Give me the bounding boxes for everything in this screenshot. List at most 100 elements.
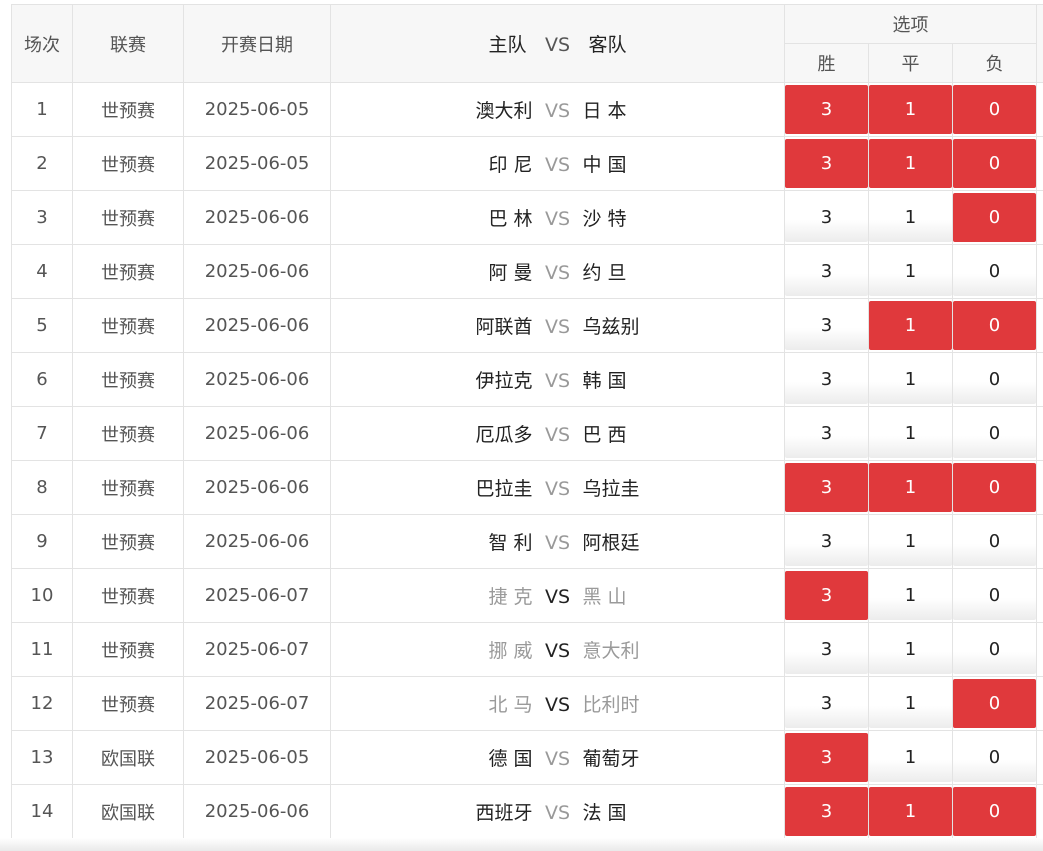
vs-label: VS: [544, 262, 571, 284]
extra-cell: [1036, 352, 1043, 407]
option-cell-win: 3: [784, 460, 869, 515]
option-draw-button[interactable]: 1: [869, 733, 952, 782]
option-draw-button[interactable]: 1: [869, 247, 952, 296]
option-cell-draw: 1: [868, 676, 953, 731]
table-row: 8 世预赛 2025-06-06 巴拉圭 VS 乌拉圭 3 1 0: [11, 460, 1043, 515]
header-vs: VS: [544, 34, 571, 56]
option-cell-draw: 1: [868, 190, 953, 245]
option-win-button[interactable]: 3: [785, 733, 868, 782]
option-cell-lose: 0: [951, 244, 1038, 299]
table-row: 6 世预赛 2025-06-06 伊拉克 VS 韩 国 310: [11, 352, 1043, 407]
option-win-button[interactable]: 3: [785, 625, 868, 674]
option-cell-lose: 0: [951, 298, 1038, 353]
league-name: 世预赛: [72, 352, 184, 407]
option-draw-button[interactable]: 1: [869, 85, 952, 134]
option-draw-button[interactable]: 1: [869, 517, 952, 566]
league-name: 欧国联: [72, 730, 184, 785]
extra-cell: [1036, 676, 1043, 731]
option-lose-button[interactable]: 0: [953, 571, 1037, 620]
league-name: 世预赛: [72, 190, 184, 245]
option-win-button[interactable]: 3: [785, 517, 868, 566]
option-lose-button[interactable]: 0: [953, 301, 1037, 350]
option-draw-button[interactable]: 1: [869, 463, 952, 512]
option-lose-button[interactable]: 0: [953, 355, 1037, 404]
vs-label: VS: [544, 208, 571, 230]
table-row: 10 世预赛 2025-06-07 捷 克 VS 黑 山310: [11, 568, 1043, 623]
match-teams: 挪 威 VS 意大利: [330, 622, 785, 677]
match-teams: 捷 克 VS 黑 山: [330, 568, 785, 623]
option-win-button[interactable]: 3: [785, 409, 868, 458]
option-lose-button[interactable]: 0: [953, 193, 1037, 242]
option-lose-button[interactable]: 0: [953, 679, 1037, 728]
option-draw-button[interactable]: 1: [869, 571, 952, 620]
option-cell-lose: 0: [951, 460, 1038, 515]
home-team: 北 马: [488, 694, 533, 716]
table-row: 9 世预赛 2025-06-06 智 利 VS 阿根廷 3 1 0: [11, 514, 1043, 569]
option-lose-button[interactable]: 0: [953, 139, 1037, 188]
extra-cell: [1036, 460, 1043, 515]
option-cell-win: 3: [784, 406, 869, 461]
option-cell-lose: 0: [951, 784, 1038, 839]
option-cell-lose: 0: [951, 514, 1038, 569]
option-win-button[interactable]: 3: [785, 679, 868, 728]
option-cell-lose: 0: [951, 676, 1038, 731]
option-win-button[interactable]: 3: [785, 787, 868, 836]
option-win-button[interactable]: 3: [785, 301, 868, 350]
option-win-button[interactable]: 3: [785, 193, 868, 242]
round-no: 12: [11, 676, 73, 731]
option-lose-button[interactable]: 0: [953, 517, 1037, 566]
option-cell-win: 3: [784, 514, 869, 569]
option-win-button[interactable]: 3: [785, 139, 868, 188]
option-draw-button[interactable]: 1: [869, 301, 952, 350]
option-lose-button[interactable]: 0: [953, 787, 1037, 836]
away-team: 巴 西: [582, 424, 627, 446]
option-cell-draw: 1: [868, 460, 953, 515]
table-row: 12 世预赛 2025-06-07 北 马 VS 比利时 3 1 0: [11, 676, 1043, 731]
header-lose: 负: [951, 43, 1038, 83]
round-no: 8: [11, 460, 73, 515]
header-home: 主队: [488, 34, 527, 56]
option-lose-button[interactable]: 0: [953, 247, 1037, 296]
match-date: 2025-06-05: [183, 82, 331, 137]
option-lose-button[interactable]: 0: [953, 733, 1037, 782]
round-no: 7: [11, 406, 73, 461]
option-win-button[interactable]: 3: [785, 85, 868, 134]
option-lose-button[interactable]: 0: [953, 463, 1037, 512]
round-no: 11: [11, 622, 73, 677]
option-draw-button[interactable]: 1: [869, 193, 952, 242]
league-name: 世预赛: [72, 298, 184, 353]
option-lose-button[interactable]: 0: [953, 625, 1037, 674]
option-cell-draw: 1: [868, 622, 953, 677]
option-win-button[interactable]: 3: [785, 247, 868, 296]
match-date: 2025-06-06: [183, 460, 331, 515]
option-cell-lose: 0: [951, 622, 1038, 677]
option-draw-button[interactable]: 1: [869, 139, 952, 188]
option-draw-button[interactable]: 1: [869, 355, 952, 404]
option-cell-win: 3: [784, 568, 869, 623]
away-team: 乌兹别: [582, 316, 640, 338]
option-cell-win: 3: [784, 244, 869, 299]
league-name: 世预赛: [72, 460, 184, 515]
round-no: 9: [11, 514, 73, 569]
option-draw-button[interactable]: 1: [869, 679, 952, 728]
table-body: 1 世预赛 2025-06-05 澳大利 VS 日 本 3 1 0 2 世预赛 2025-06-05 印…: [11, 82, 1043, 839]
home-team: 阿联酋: [475, 316, 533, 338]
match-teams: 巴 林 VS 沙 特: [330, 190, 785, 245]
option-draw-button[interactable]: 1: [869, 625, 952, 674]
away-team: 阿根廷: [582, 532, 640, 554]
away-team: 黑 山: [582, 586, 627, 608]
option-win-button[interactable]: 3: [785, 355, 868, 404]
away-team: 中 国: [582, 154, 627, 176]
option-win-button[interactable]: 3: [785, 571, 868, 620]
option-draw-button[interactable]: 1: [869, 409, 952, 458]
option-cell-lose: 0: [951, 406, 1038, 461]
header-league: 联赛: [72, 4, 184, 83]
option-cell-lose: 0: [951, 82, 1038, 137]
option-win-button[interactable]: 3: [785, 463, 868, 512]
extra-cell: [1036, 568, 1043, 623]
option-draw-button[interactable]: 1: [869, 787, 952, 836]
option-lose-button[interactable]: 0: [953, 85, 1037, 134]
option-lose-button[interactable]: 0: [953, 409, 1037, 458]
league-name: 世预赛: [72, 568, 184, 623]
option-cell-lose: 0: [951, 352, 1038, 407]
